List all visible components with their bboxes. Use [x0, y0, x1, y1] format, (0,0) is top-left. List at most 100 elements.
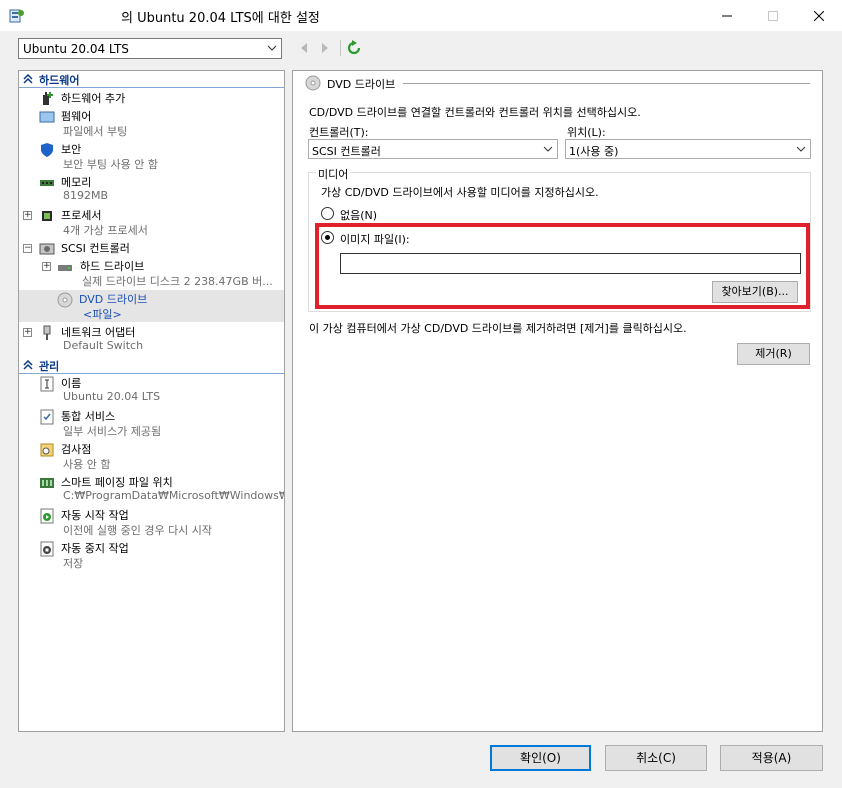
controller-select[interactable]: SCSI 컨트롤러: [308, 139, 558, 159]
expand-icon[interactable]: +: [23, 328, 32, 337]
tree-item-detail: Ubuntu 20.04 LTS: [63, 390, 161, 403]
tree-item-name[interactable]: 이름 Ubuntu 20.04 LTS: [19, 374, 284, 406]
settings-detail-pane: [292, 70, 823, 732]
apply-button[interactable]: 적용(A): [720, 745, 823, 771]
chevron-down-icon: [267, 45, 277, 51]
tree-item-label: 펌웨어: [61, 110, 92, 123]
forward-arrow-icon[interactable]: [318, 40, 332, 56]
chevron-down-icon: [796, 146, 806, 152]
media-group-label: 미디어: [316, 166, 351, 182]
expand-icon[interactable]: +: [23, 211, 32, 220]
tree-item-label: 하드 드라이브: [80, 260, 145, 273]
tree-item-detail: 이전에 실행 중인 경우 다시 시작: [63, 524, 213, 537]
tree-item-label: 보안: [61, 143, 82, 156]
minimize-button[interactable]: [704, 0, 750, 31]
tree-item-label: 메모리: [61, 176, 92, 189]
smart-paging-icon: [40, 478, 54, 488]
hardware-section-label: 하드웨어: [39, 74, 80, 87]
tree-item-label: 검사점: [61, 443, 92, 456]
controller-description: CD/DVD 드라이브를 연결할 컨트롤러와 컨트롤러 위치를 선택하십시오.: [309, 106, 641, 119]
refresh-icon[interactable]: [347, 40, 361, 56]
chevron-down-icon: [543, 146, 553, 152]
management-section-label: 관리: [39, 360, 60, 373]
highlight-box: [315, 223, 810, 309]
location-label: 위치(L):: [567, 126, 606, 139]
hyperv-settings-icon: [9, 9, 24, 23]
tree-item-firmware[interactable]: 펌웨어 파일에서 부팅: [19, 107, 284, 139]
tree-item-label: 프로세서: [61, 209, 102, 222]
checkpoint-icon: [40, 443, 54, 457]
management-section-header[interactable]: 관리: [19, 357, 284, 374]
firmware-icon: [39, 111, 55, 123]
tree-item-detail: 4개 가상 프로세서: [63, 224, 148, 237]
processor-icon: [42, 211, 52, 221]
tree-item-hard-drive[interactable]: + 하드 드라이브 실제 드라이브 디스크 2 238.47GB 버...: [19, 257, 284, 289]
collapse-chevron-icon: [23, 74, 33, 84]
remove-button[interactable]: 제거(R): [737, 343, 810, 365]
tree-item-detail: 보안 부팅 사용 안 함: [63, 158, 158, 171]
scsi-controller-icon: [39, 243, 55, 255]
tree-item-detail: C:₩ProgramData₩Microsoft₩Windows₩...: [63, 489, 285, 502]
toolbar-divider: [340, 40, 341, 56]
tree-item-label: DVD 드라이브: [79, 293, 148, 306]
window-title: 의 Ubuntu 20.04 LTS에 대한 설정: [121, 11, 320, 26]
hard-drive-icon: [58, 265, 72, 271]
cancel-button[interactable]: 취소(C): [605, 745, 707, 771]
tree-item-detail: 사용 안 함: [63, 458, 111, 471]
location-select-value: 1(사용 중): [569, 145, 619, 158]
network-adapter-icon: [43, 325, 51, 340]
radio-none-label: 없음(N): [340, 209, 378, 222]
ok-button[interactable]: 확인(O): [490, 745, 591, 771]
memory-icon: [40, 180, 54, 186]
integration-services-icon: [40, 409, 54, 425]
page-title: DVD 드라이브: [327, 78, 396, 91]
tree-item-detail: 파일에서 부팅: [63, 125, 128, 138]
hardware-section-header[interactable]: 하드웨어: [19, 71, 284, 88]
maximize-icon: [768, 10, 778, 21]
tree-item-label: 스마트 페이징 파일 위치: [61, 476, 173, 489]
location-select[interactable]: 1(사용 중): [565, 139, 811, 159]
auto-start-icon: [40, 508, 54, 524]
tree-item-detail: 실제 드라이브 디스크 2 238.47GB 버...: [82, 275, 273, 288]
shield-icon: [41, 143, 53, 157]
tree-item-detail: 8192MB: [63, 189, 109, 202]
dvd-disc-icon: [305, 75, 321, 91]
tree-item-label: 자동 중지 작업: [61, 542, 129, 555]
dvd-disc-icon: [57, 292, 73, 308]
settings-tree: 하드웨어 하드웨어 추가 펌웨어 파일에서 부팅 보안 보안 부팅 사용 안 함…: [18, 70, 285, 732]
radio-none[interactable]: [321, 207, 334, 220]
tree-item-security[interactable]: 보안 보안 부팅 사용 안 함: [19, 140, 284, 172]
header-divider: [403, 83, 810, 84]
tree-item-label: 이름: [61, 377, 82, 390]
tree-item-checkpoints[interactable]: 검사점 사용 안 함: [19, 440, 284, 472]
tree-item-detail: <파일>: [83, 308, 122, 321]
tree-item-label: 통합 서비스: [61, 410, 116, 423]
tree-item-processor[interactable]: + 프로세서 4개 가상 프로세서: [19, 206, 284, 238]
maximize-button[interactable]: [750, 0, 796, 31]
close-button[interactable]: [796, 0, 842, 31]
vm-selector-value: Ubuntu 20.04 LTS: [23, 42, 129, 56]
controller-select-value: SCSI 컨트롤러: [312, 145, 381, 158]
add-hardware-icon: [43, 92, 53, 105]
tree-item-detail: Default Switch: [63, 339, 144, 352]
collapse-icon[interactable]: −: [23, 244, 32, 253]
tree-item-memory[interactable]: 메모리 8192MB: [19, 173, 284, 205]
minimize-icon: [722, 15, 732, 16]
tree-item-network-adapter[interactable]: + 네트워크 어댑터 Default Switch: [19, 323, 284, 355]
tree-item-label: 하드웨어 추가: [61, 92, 126, 105]
vm-selector[interactable]: Ubuntu 20.04 LTS: [18, 38, 282, 59]
close-icon: [814, 10, 824, 21]
title-bar: 의 Ubuntu 20.04 LTS에 대한 설정: [0, 0, 842, 31]
tree-item-auto-start[interactable]: 자동 시작 작업 이전에 실행 중인 경우 다시 시작: [19, 506, 284, 538]
remove-description: 이 가상 컴퓨터에서 가상 CD/DVD 드라이브를 제거하려면 [제거]를 클…: [309, 322, 687, 335]
controller-label: 컨트롤러(T):: [309, 126, 369, 139]
tree-item-detail: 저장: [63, 557, 84, 570]
expand-icon[interactable]: +: [42, 262, 51, 271]
media-description: 가상 CD/DVD 드라이브에서 사용할 미디어를 지정하십시오.: [321, 186, 599, 199]
tree-item-auto-stop[interactable]: 자동 중지 작업 저장: [19, 539, 284, 571]
back-arrow-icon[interactable]: [297, 40, 311, 56]
tree-item-dvd-drive[interactable]: DVD 드라이브 <파일>: [19, 290, 284, 322]
tree-item-smart-paging[interactable]: 스마트 페이징 파일 위치 C:₩ProgramData₩Microsoft₩W…: [19, 473, 284, 505]
tree-item-integration-services[interactable]: 통합 서비스 일부 서비스가 제공됨: [19, 407, 284, 439]
auto-stop-icon: [40, 541, 54, 557]
